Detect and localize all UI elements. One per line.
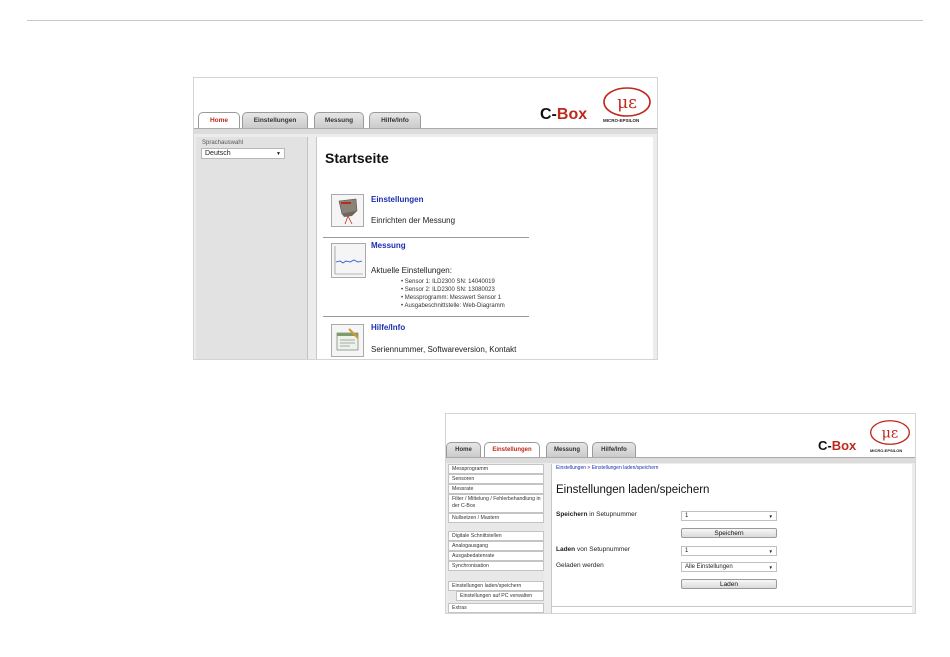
header: Home Einstellungen Messung Hilfe/Info C-…: [446, 414, 915, 458]
list-item: Sensor 1: ILD2300 SN: 14040019: [401, 278, 505, 286]
list-item: Sensor 2: ILD2300 SN: 13080023: [401, 286, 505, 294]
brand-prefix: C-: [540, 106, 557, 123]
cbox-brand: C-Box: [818, 438, 856, 453]
divider: [552, 606, 912, 607]
item-description: Aktuelle Einstellungen:: [371, 266, 452, 275]
divider: [323, 316, 529, 317]
micro-epsilon-logo-icon: με: [870, 420, 910, 445]
load-label-bold: Laden: [556, 546, 576, 553]
tab-messung[interactable]: Messung: [314, 112, 364, 129]
micro-epsilon-logo-icon: με: [603, 87, 651, 117]
sidebar-item-messrate[interactable]: Messrate: [448, 484, 544, 494]
loaded-value: Alle Einstellungen: [685, 564, 733, 570]
item-description: Seriennummer, Softwareversion, Kontakt: [371, 345, 517, 354]
save-setup-value: 1: [685, 513, 689, 519]
save-label-rest: in Setupnummer: [587, 511, 637, 518]
tab-home[interactable]: Home: [446, 442, 481, 458]
tab-home[interactable]: Home: [198, 112, 240, 129]
settings-main: Einstellungen > Einstellungen laden/spei…: [551, 464, 912, 613]
home-item-einstellungen[interactable]: Einstellungen Einrichten der Messung: [323, 189, 529, 239]
tab-messung[interactable]: Messung: [546, 442, 588, 458]
tab-hilfe-info[interactable]: Hilfe/Info: [369, 112, 421, 129]
language-value: Deutsch: [205, 150, 231, 157]
page-top-rule: [27, 20, 923, 21]
page-title: Einstellungen laden/speichern: [556, 484, 710, 496]
chevron-down-icon: ▼: [768, 565, 773, 570]
svg-text:με: με: [617, 93, 637, 113]
item-description: Einrichten der Messung: [371, 216, 456, 225]
breadcrumb[interactable]: Einstellungen > Einstellungen laden/spei…: [556, 465, 658, 471]
brand-prefix: C-: [818, 438, 832, 453]
item-title[interactable]: Hilfe/Info: [371, 323, 405, 332]
home-screenshot: Home Einstellungen Messung Hilfe/Info C-…: [193, 77, 658, 360]
cbox-brand: C-Box: [540, 106, 587, 124]
sidebar-item-ausgabedatenrate[interactable]: Ausgabedatenrate: [448, 551, 544, 561]
home-item-hilfe-info[interactable]: Hilfe/Info Seriennummer, Softwareversion…: [323, 320, 529, 359]
brand-suffix: Box: [831, 438, 857, 453]
brand-suffix: Box: [556, 106, 588, 123]
sidebar-item-sensoren[interactable]: Sensoren: [448, 474, 544, 484]
measurement-chart-icon: [331, 243, 366, 278]
sidebar-item-nullsetzen[interactable]: Nullsetzen / Mastern: [448, 513, 544, 523]
list-item: Messprogramm: Messwert Sensor 1: [401, 294, 505, 302]
sidebar-item-analogausgang[interactable]: Analogausgang: [448, 541, 544, 551]
tab-hilfe-info[interactable]: Hilfe/Info: [592, 442, 636, 458]
chevron-down-icon: ▼: [768, 549, 773, 554]
home-item-messung[interactable]: Messung Aktuelle Einstellungen: Sensor 1…: [323, 241, 529, 317]
settings-screenshot: Home Einstellungen Messung Hilfe/Info C-…: [445, 413, 916, 614]
sidebar-item-pc-verwalten[interactable]: Einstellungen auf PC verwalten: [456, 591, 544, 601]
help-info-icon: [331, 324, 364, 357]
chevron-down-icon: ▼: [768, 514, 773, 519]
language-label: Sprachauswahl: [202, 140, 244, 146]
loaded-select[interactable]: Alle Einstellungen ▼: [681, 562, 777, 572]
save-button[interactable]: Speichern: [681, 528, 777, 538]
load-setup-select[interactable]: 1 ▼: [681, 546, 777, 556]
sidebar-item-extras[interactable]: Extras: [448, 603, 544, 613]
load-setup-value: 1: [685, 548, 689, 554]
logo-text: MICRO-EPSILON: [603, 118, 640, 123]
sidebar-item-digitale-schnittstellen[interactable]: Digitale Schnittstellen: [448, 531, 544, 541]
sidebar-item-messprogramm[interactable]: Messprogramm: [448, 464, 544, 474]
save-setup-label: Speichern in Setupnummer: [556, 511, 637, 518]
logo-text: MICRO-EPSILON: [870, 448, 903, 453]
language-select[interactable]: Deutsch ▼: [201, 148, 285, 159]
load-button[interactable]: Laden: [681, 579, 777, 589]
svg-text:με: με: [882, 426, 899, 442]
save-label-bold: Speichern: [556, 511, 588, 518]
page-title: Startseite: [325, 150, 389, 166]
save-setup-select[interactable]: 1 ▼: [681, 511, 777, 521]
current-settings-list: Sensor 1: ILD2300 SN: 14040019 Sensor 2:…: [401, 278, 505, 310]
sidebar-item-laden-speichern[interactable]: Einstellungen laden/speichern: [448, 581, 544, 591]
item-title[interactable]: Messung: [371, 241, 406, 250]
divider: [323, 237, 529, 238]
load-label-rest: von Setupnummer: [575, 546, 631, 553]
sidebar-item-synchronisation[interactable]: Synchronisation: [448, 561, 544, 571]
sensor-settings-icon: [331, 194, 364, 227]
load-setup-label: Laden von Setupnummer: [556, 546, 630, 553]
sidebar-item-filter[interactable]: Filter / Mittelung / Fehlerbehandlung in…: [448, 494, 544, 513]
list-item: Ausgabeschnittstelle: Web-Diagramm: [401, 302, 504, 310]
header: Home Einstellungen Messung Hilfe/Info C-…: [194, 78, 657, 129]
settings-sidebar: Messprogramm Sensoren Messrate Filter / …: [448, 464, 544, 613]
item-title[interactable]: Einstellungen: [371, 195, 423, 204]
tab-einstellungen[interactable]: Einstellungen: [242, 112, 308, 129]
header-bar: [446, 457, 915, 463]
main-content: Startseite Einstellungen Einrichten der …: [316, 137, 653, 359]
tab-einstellungen[interactable]: Einstellungen: [484, 442, 540, 458]
loaded-label: Geladen werden: [556, 562, 604, 569]
header-bar: [194, 128, 657, 134]
sidebar: Sprachauswahl Deutsch ▼: [196, 137, 308, 359]
chevron-down-icon: ▼: [276, 151, 281, 157]
